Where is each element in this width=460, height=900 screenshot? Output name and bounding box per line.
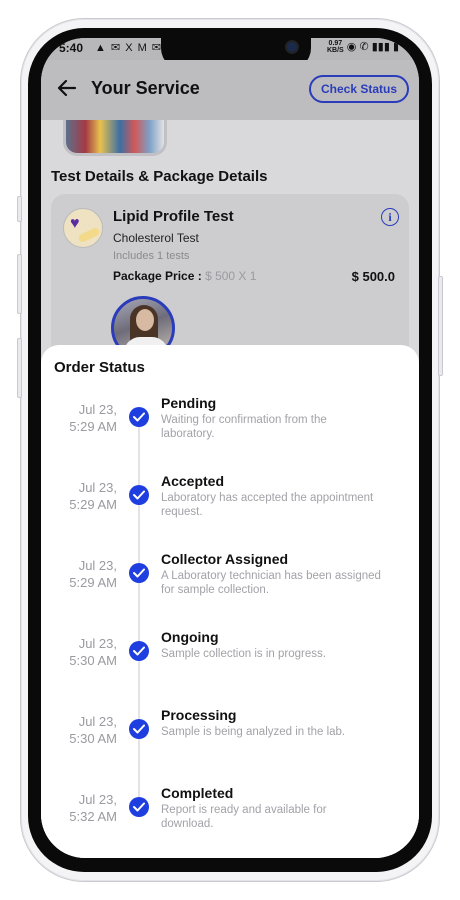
check-circle-icon — [129, 797, 149, 817]
test-includes: Includes 1 tests — [113, 250, 190, 262]
check-circle-icon — [129, 719, 149, 739]
step-title: Accepted — [161, 473, 225, 489]
page-title: Your Service — [91, 78, 200, 98]
step-date: Jul 23, 5:29 AM — [69, 558, 117, 590]
system-icons: 0.97 KB/S ◉ ✆ ▮▮▮ ▮ — [327, 40, 399, 54]
step-description: Sample collection is in progress. — [161, 648, 326, 660]
status-step-accepted: Jul 23, 5:29 AM Accepted Laboratory has a… — [41, 473, 419, 533]
step-title: Completed — [161, 785, 234, 801]
lab-image — [63, 120, 167, 156]
status-step-collector-assigned: Jul 23, 5:29 AM Collector Assigned A Labo… — [41, 551, 419, 611]
heart-icon: ♥ — [70, 215, 80, 232]
test-name: Lipid Profile Test — [113, 208, 234, 225]
phone-volume-down — [17, 338, 22, 398]
step-description: Laboratory has accepted the appointment … — [161, 492, 374, 518]
check-circle-icon — [129, 563, 149, 583]
check-circle-icon — [129, 485, 149, 505]
step-description: A Laboratory technician has been assigne… — [161, 570, 381, 596]
status-time: 5:40 — [59, 41, 84, 55]
phone-side-button — [17, 196, 22, 222]
package-price-total: $ 500.0 — [351, 269, 395, 284]
step-description: Waiting for confirmation from the labora… — [161, 414, 327, 440]
test-tube-shape — [77, 226, 101, 244]
order-status-title: Order Status — [54, 359, 145, 376]
step-date: Jul 23, 5:30 AM — [69, 636, 117, 668]
phone-volume-up — [17, 254, 22, 314]
network-speed: 0.97 KB/S — [327, 40, 344, 55]
step-title: Processing — [161, 707, 237, 723]
step-date: Jul 23, 5:30 AM — [69, 714, 117, 746]
package-price-multiplier: $ 500 X 1 — [205, 269, 257, 283]
package-price: Package Price : $ 500 X 1 — [113, 269, 256, 283]
status-step-completed: Jul 23, 5:32 AM Completed Report is ready… — [41, 785, 419, 845]
avatar-face — [136, 309, 154, 331]
section-title: Test Details & Package Details — [51, 168, 268, 185]
step-title: Ongoing — [161, 629, 219, 645]
step-title: Collector Assigned — [161, 551, 289, 567]
camera-icon — [285, 40, 299, 54]
signal-battery-icons: ◉ ✆ ▮▮▮ ▮ — [346, 41, 399, 53]
order-status-sheet: Order Status Jul 23, 5:29 AM Pending Wait… — [41, 345, 419, 858]
check-circle-icon — [129, 641, 149, 661]
status-step-pending: Jul 23, 5:29 AM Pending Waiting for confi… — [41, 395, 419, 455]
check-circle-icon — [129, 407, 149, 427]
screen: 5:40 ▲ ✉ X M ✉ 0.97 KB/S ◉ ✆ ▮▮▮ ▮ Your S… — [41, 38, 419, 858]
step-description: Sample is being analyzed in the lab. — [161, 726, 346, 738]
package-price-label: Package Price : — [113, 269, 206, 283]
status-step-ongoing: Jul 23, 5:30 AM Ongoing Sample collection… — [41, 629, 419, 689]
status-step-processing: Jul 23, 5:30 AM Processing Sample is bein… — [41, 707, 419, 767]
step-description: Report is ready and available for downlo… — [161, 804, 327, 830]
app-header: Your Service Check Status — [41, 60, 419, 120]
step-date: Jul 23, 5:32 AM — [69, 792, 117, 824]
arrow-left-icon[interactable] — [55, 76, 79, 100]
info-icon[interactable]: i — [381, 208, 399, 226]
test-thumbnail: ♥ — [63, 208, 103, 248]
step-date: Jul 23, 5:29 AM — [69, 480, 117, 512]
test-subtitle: Cholesterol Test — [113, 231, 199, 245]
check-status-button[interactable]: Check Status — [308, 75, 409, 103]
step-date: Jul 23, 5:29 AM — [69, 402, 117, 434]
step-title: Pending — [161, 395, 217, 411]
notification-icons: ▲ ✉ X M ✉ — [95, 42, 163, 54]
phone-power-button — [438, 276, 443, 376]
